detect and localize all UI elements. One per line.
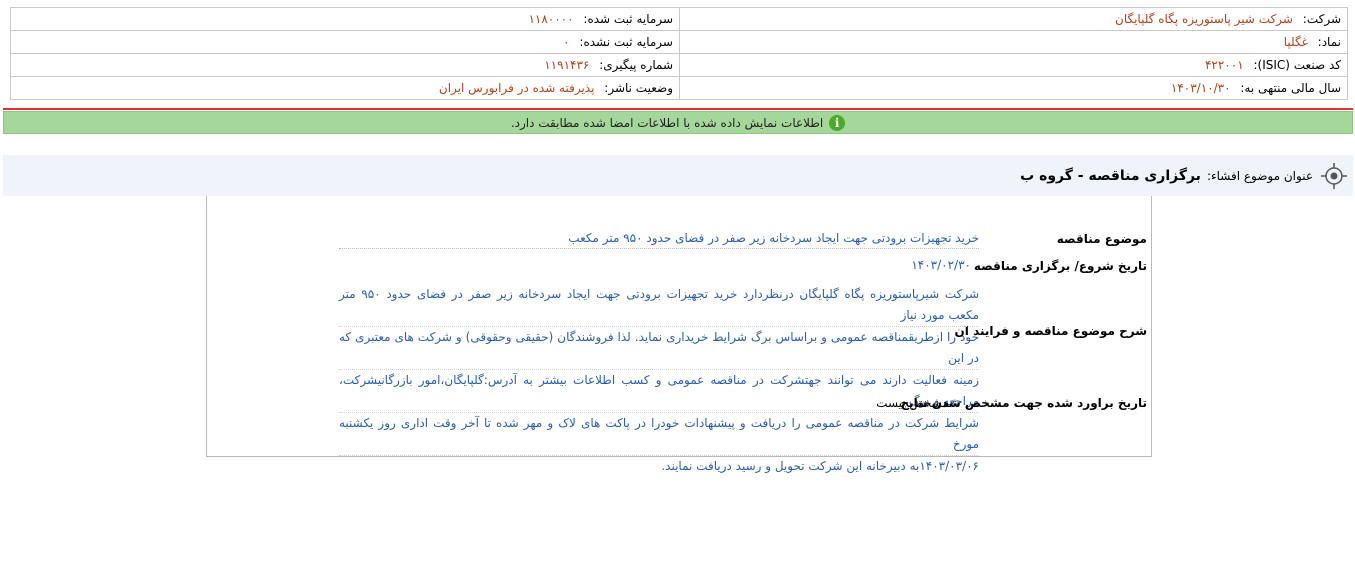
- tender-date-value: ۱۴۰۳/۰۲/۳۰: [911, 258, 971, 272]
- signature-notice: i اطلاعات نمایش داده شده با اطلاعات امضا…: [3, 111, 1353, 134]
- description-line: شرکت شیرپاستوریزه پگاه گلپایگان درنظردار…: [339, 284, 979, 327]
- fiscal-year-label: سال مالی منتهی به:: [1240, 81, 1341, 95]
- company-info-table: شرکت: شرکت شیر پاستوریزه پگاه گلپایگان س…: [10, 7, 1348, 100]
- symbol-cell: نماد: غگلپا: [679, 30, 1348, 54]
- symbol-label: نماد:: [1317, 35, 1341, 49]
- company-label: شرکت:: [1302, 12, 1341, 26]
- tender-subject-row: موضوع مناقصه خرید تجهیزات برودتی جهت ایج…: [339, 231, 1151, 249]
- tracking-value: ۱۱۹۱۴۳۶: [544, 58, 590, 72]
- company-value: شرکت شیر پاستوریزه پگاه گلپایگان: [1115, 12, 1293, 26]
- tender-details: موضوع مناقصه خرید تجهیزات برودتی جهت ایج…: [206, 196, 1152, 473]
- publisher-status-cell: وضعیت ناشر: پذیرفته شده در فرابورس ایران: [10, 76, 680, 100]
- tender-subject-label: موضوع مناقصه: [1056, 232, 1147, 246]
- description-line: شرایط شرکت در مناقصه عمومی را دریافت و پ…: [339, 413, 979, 456]
- result-date-row: تاریخ براورد شده جهت مشخص شدن نتایج مشخص…: [876, 396, 1151, 410]
- registered-capital-value: ۱۱۸۰۰۰۰: [528, 12, 574, 26]
- disclosure-title-label: عنوان موضوع افشاء:: [1206, 168, 1313, 183]
- publisher-status-label: وضعیت ناشر:: [604, 81, 673, 95]
- signature-notice-text: اطلاعات نمایش داده شده با اطلاعات امضا ش…: [510, 115, 824, 130]
- tracking-label: شماره پیگیری:: [599, 58, 673, 72]
- disclosure-title-bar: عنوان موضوع افشاء: برگزاری مناقصه - گروه…: [3, 155, 1353, 196]
- unregistered-capital-label: سرمایه ثبت نشده:: [579, 35, 673, 49]
- isic-value: ۴۲۲۰۰۱: [1204, 58, 1244, 72]
- description-line: ۱۴۰۳/۰۳/۰۶به دبیرخانه این شرکت تحویل و ر…: [661, 459, 979, 473]
- description-line: خود را ازطریقمناقصه عمومی و براساس برگ ش…: [339, 327, 979, 370]
- result-date-label: تاریخ براورد شده جهت مشخص شدن نتایج: [900, 396, 1147, 410]
- tender-description: شرکت شیرپاستوریزه پگاه گلپایگان درنظردار…: [339, 284, 979, 477]
- registered-capital-label: سرمایه ثبت شده:: [583, 12, 673, 26]
- fiscal-year-cell: سال مالی منتهی به: ۱۴۰۳/۱۰/۳۰: [679, 76, 1348, 100]
- unregistered-capital-cell: سرمایه ثبت نشده: ۰: [10, 30, 680, 54]
- disclosure-title-value: برگزاری مناقصه - گروه ب: [1020, 167, 1201, 184]
- fiscal-year-value: ۱۴۰۳/۱۰/۳۰: [1170, 81, 1231, 95]
- isic-cell: کد صنعت (ISIC): ۴۲۲۰۰۱: [679, 53, 1348, 77]
- tender-description-label: شرح موضوع مناقصه و فرایند ان: [954, 324, 1147, 338]
- company-cell: شرکت: شرکت شیر پاستوریزه پگاه گلپایگان: [679, 7, 1348, 31]
- isic-label: کد صنعت (ISIC):: [1253, 58, 1341, 72]
- symbol-value: غگلپا: [1283, 35, 1308, 49]
- tender-date-label: تاریخ شروع/ برگزاری مناقصه: [973, 259, 1147, 273]
- tender-date-row: تاریخ شروع/ برگزاری مناقصه ۱۴۰۳/۰۲/۳۰: [911, 258, 1151, 275]
- unregistered-capital-value: ۰: [563, 35, 570, 49]
- registered-capital-cell: سرمایه ثبت شده: ۱۱۸۰۰۰۰: [10, 7, 680, 31]
- tender-description-row: شرح موضوع مناقصه و فرایند ان شرکت شیرپاس…: [339, 284, 1151, 477]
- target-icon: [1321, 162, 1347, 189]
- publisher-status-value: پذیرفته شده در فرابورس ایران: [438, 81, 595, 95]
- result-date-value: مشخص نیست: [876, 396, 949, 410]
- tracking-cell: شماره پیگیری: ۱۱۹۱۴۳۶: [10, 53, 680, 77]
- separator-line: [3, 108, 1353, 110]
- tender-subject-value: خرید تجهیزات برودتی جهت ایجاد سردخانه زی…: [339, 228, 979, 249]
- info-icon: i: [829, 114, 846, 131]
